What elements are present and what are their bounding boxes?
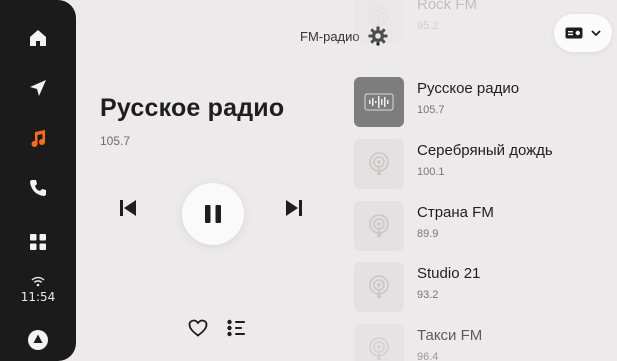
- station-item-active[interactable]: Русское радио 105.7: [348, 66, 617, 127]
- radio-broadcast-icon: [369, 152, 389, 175]
- radio-broadcast-icon: [369, 6, 389, 29]
- station-thumbnail: [354, 139, 404, 189]
- radio-device-icon: [565, 27, 583, 39]
- equalizer-icon: [364, 93, 394, 111]
- station-name: Страна FM: [417, 204, 494, 221]
- sidebar-item-alice[interactable]: [0, 320, 76, 360]
- alice-assistant-icon: [28, 330, 48, 350]
- station-list: Rock FM 95.2 Русское радио 105.7 Серебря…: [348, 0, 617, 361]
- station-item[interactable]: Studio 21 93.2: [348, 251, 617, 312]
- station-item[interactable]: Такси FM 96.4: [348, 313, 617, 361]
- station-frequency: 95.2: [417, 20, 439, 32]
- skip-previous-icon: [120, 200, 136, 216]
- navigation-arrow-icon: [30, 80, 46, 96]
- pause-icon: [205, 205, 221, 223]
- station-list-button[interactable]: [224, 316, 248, 340]
- next-button[interactable]: [282, 196, 306, 220]
- station-name: Studio 21: [417, 265, 481, 282]
- chevron-down-icon: [591, 29, 601, 36]
- sidebar-item-music[interactable]: [0, 118, 76, 158]
- station-thumbnail: [354, 262, 404, 312]
- now-playing-frequency: 105.7: [100, 134, 131, 148]
- home-icon: [30, 30, 46, 46]
- previous-button[interactable]: [116, 196, 140, 220]
- station-frequency: 93.2: [417, 289, 439, 301]
- station-thumbnail: [354, 324, 404, 361]
- station-name: Серебряный дождь: [417, 142, 553, 159]
- station-name: Rock FM: [417, 0, 477, 13]
- clock-time: 11:54: [20, 290, 56, 304]
- device-selector-button[interactable]: [554, 14, 612, 52]
- radio-broadcast-icon: [369, 214, 389, 237]
- station-thumbnail: [354, 201, 404, 251]
- status-clock: 11:54: [0, 276, 76, 306]
- pause-button[interactable]: [182, 183, 244, 245]
- phone-icon: [30, 180, 46, 196]
- station-name: Русское радио: [417, 80, 520, 97]
- playlist-icon: [227, 319, 245, 337]
- heart-icon: [188, 319, 208, 337]
- sidebar-item-apps[interactable]: [0, 222, 76, 262]
- wifi-icon: [31, 276, 45, 287]
- radio-broadcast-icon: [369, 275, 389, 298]
- sidebar-item-navigation[interactable]: [0, 68, 76, 108]
- radio-broadcast-icon: [369, 337, 389, 360]
- skip-next-icon: [286, 200, 302, 216]
- station-frequency: 105.7: [417, 104, 445, 116]
- now-playing-title: Русское радио: [100, 94, 285, 122]
- main-panel: FM-радио Русское радио 105.7 Rock FM 95.…: [76, 0, 617, 361]
- station-name: Такси FM: [417, 327, 483, 344]
- sidebar: 11:54: [0, 0, 76, 361]
- music-note-icon: [31, 130, 45, 147]
- station-frequency: 96.4: [417, 351, 439, 361]
- station-frequency: 100.1: [417, 166, 445, 178]
- like-button[interactable]: [186, 316, 210, 340]
- apps-grid-icon: [30, 234, 46, 250]
- station-thumbnail: [354, 77, 404, 127]
- station-frequency: 89.9: [417, 228, 439, 240]
- sidebar-item-home[interactable]: [0, 18, 76, 58]
- station-item[interactable]: Серебряный дождь 100.1: [348, 128, 617, 189]
- sidebar-item-phone[interactable]: [0, 168, 76, 208]
- station-thumbnail: [354, 0, 404, 43]
- station-item[interactable]: Страна FM 89.9: [348, 190, 617, 251]
